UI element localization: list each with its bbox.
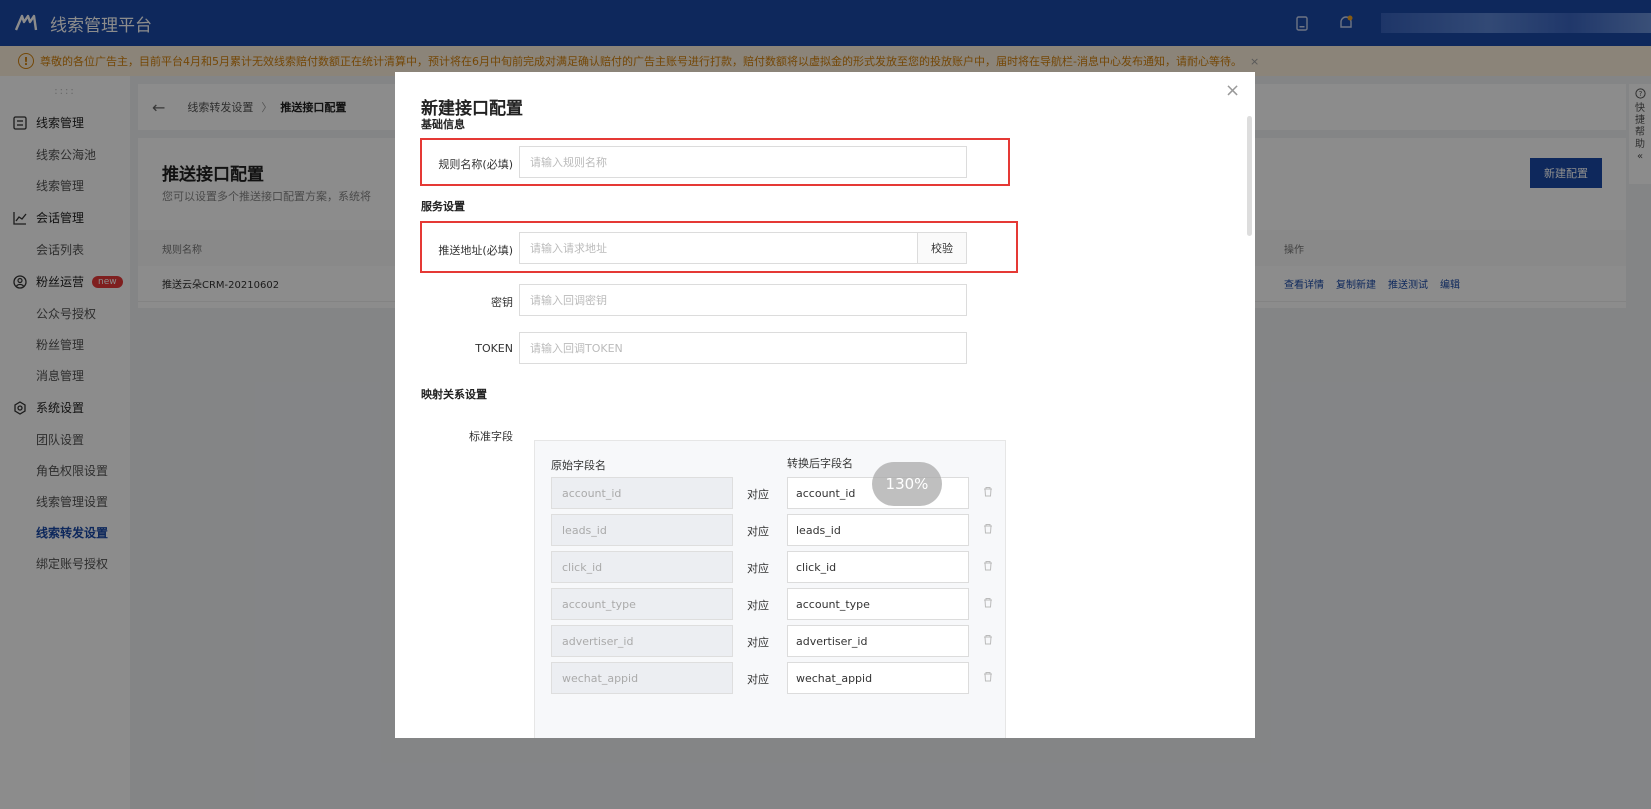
standard-field-label: 标准字段 [469,430,513,443]
original-field-input: account_id [551,477,733,509]
corresponds-label: 对应 [747,673,769,686]
converted-field-input[interactable]: advertiser_id [787,625,969,657]
mapping-row: account_type 对应 account_type [551,588,992,620]
section-basic-info: 基础信息 [421,118,465,131]
secret-input[interactable] [519,284,967,316]
corresponds-label: 对应 [747,599,769,612]
new-config-modal: × 新建接口配置 基础信息 规则名称(必填) 服务设置 推送地址(必填) 校验 … [395,72,1255,738]
mapping-row: wechat_appid 对应 wechat_appid [551,662,992,694]
converted-field-input[interactable]: click_id [787,551,969,583]
mapping-row: advertiser_id 对应 advertiser_id [551,625,992,657]
mapping-row: leads_id 对应 leads_id [551,514,992,546]
zoom-indicator: 130% [872,462,942,506]
original-field-input: click_id [551,551,733,583]
mapping-head-original: 原始字段名 [551,459,606,472]
corresponds-label: 对应 [747,525,769,538]
original-field-input: account_type [551,588,733,620]
section-service: 服务设置 [421,200,465,213]
corresponds-label: 对应 [747,636,769,649]
converted-field-input[interactable]: wechat_appid [787,662,969,694]
delete-icon[interactable] [983,486,995,498]
mapping-row: click_id 对应 click_id [551,551,992,583]
original-field-input: leads_id [551,514,733,546]
delete-icon[interactable] [983,523,995,535]
delete-icon[interactable] [983,634,995,646]
delete-icon[interactable] [983,560,995,572]
token-input[interactable] [519,332,967,364]
corresponds-label: 对应 [747,488,769,501]
section-mapping: 映射关系设置 [421,388,487,401]
converted-field-input[interactable]: account_type [787,588,969,620]
original-field-input: advertiser_id [551,625,733,657]
secret-label: 密钥 [491,296,513,309]
corresponds-label: 对应 [747,562,769,575]
mapping-head-converted: 转换后字段名 [787,457,853,470]
rule-name-highlight [420,138,1010,186]
converted-field-input[interactable]: leads_id [787,514,969,546]
close-icon[interactable]: × [1225,80,1240,101]
original-field-input: wechat_appid [551,662,733,694]
modal-scrollbar[interactable] [1247,116,1252,236]
delete-icon[interactable] [983,671,995,683]
token-label: TOKEN [475,342,513,355]
push-url-highlight [420,221,1018,273]
delete-icon[interactable] [983,597,995,609]
